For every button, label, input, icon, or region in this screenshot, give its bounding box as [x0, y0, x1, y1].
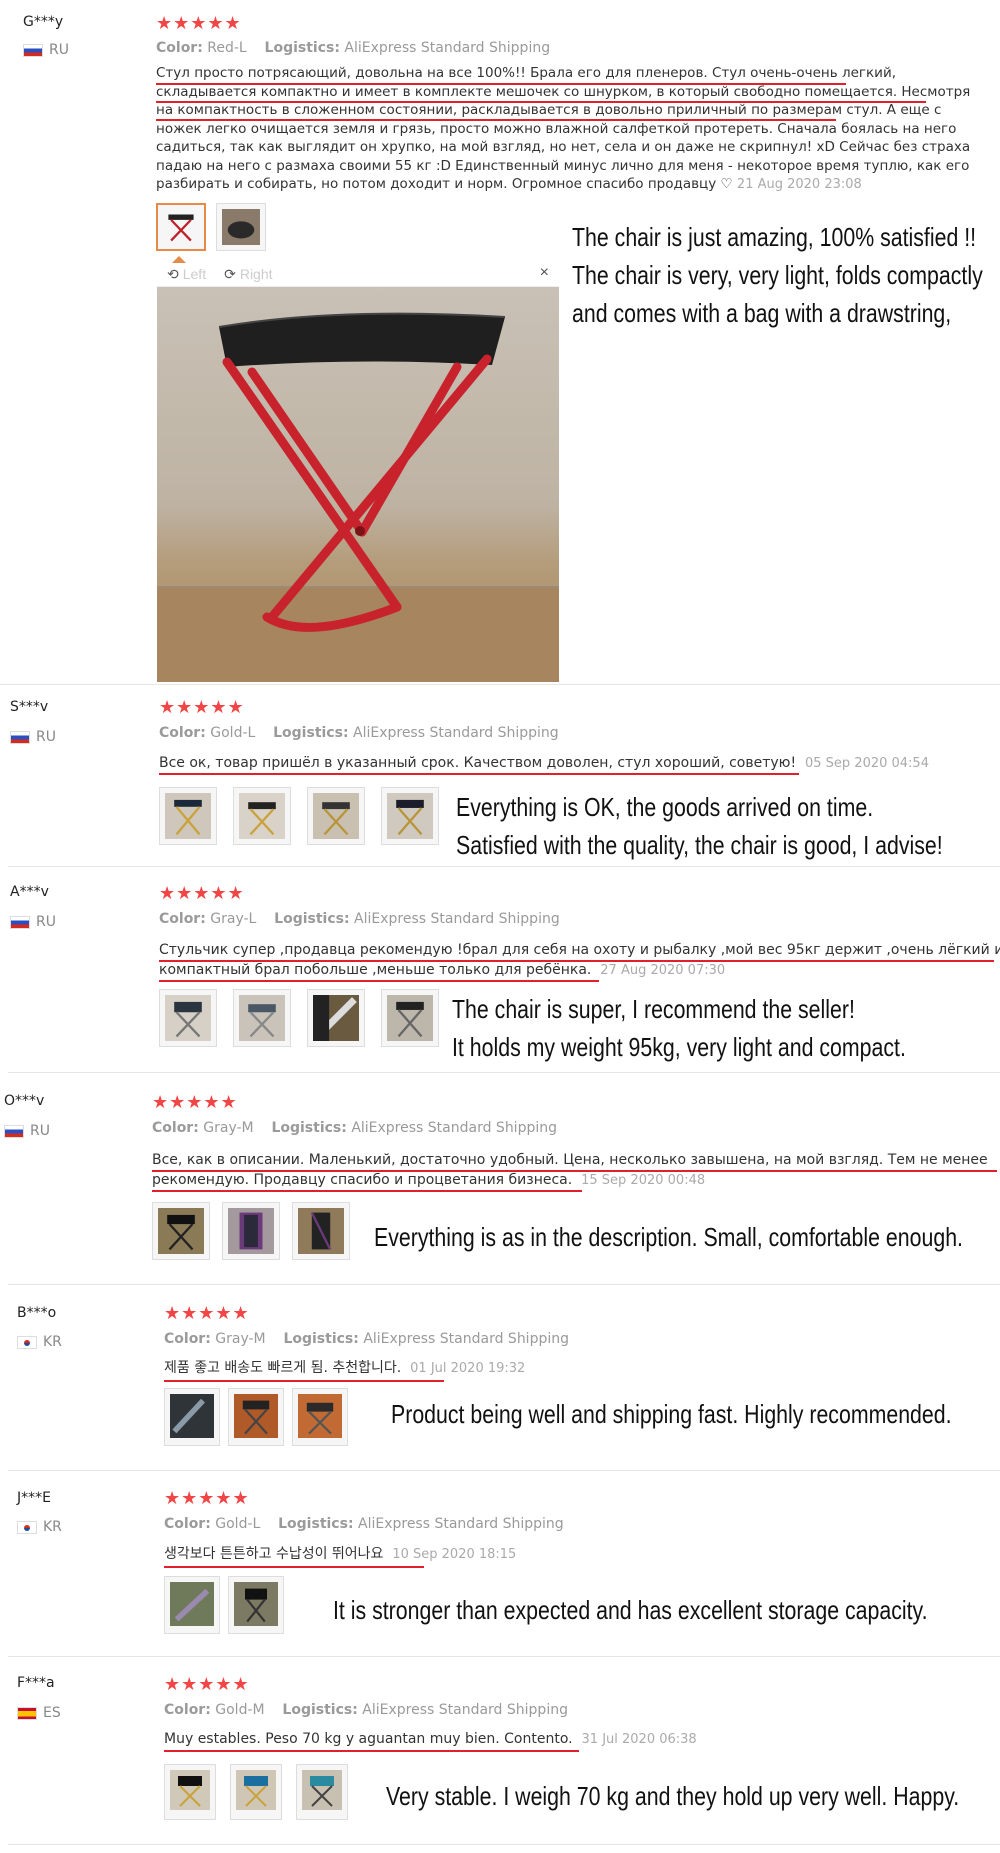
reviewer-country: RU	[4, 1123, 50, 1139]
photo-thumbnail[interactable]	[292, 1202, 350, 1260]
divider	[8, 866, 1000, 867]
rotate-right-button[interactable]: ⟳ Right	[224, 266, 272, 283]
star-rating: ★★★★★	[156, 13, 242, 33]
photo-thumbnail[interactable]	[222, 1202, 280, 1260]
review-photos	[159, 787, 439, 845]
review-text: 생각보다 튼튼하고 수납성이 뛰어나요 10 Sep 2020 18:15	[164, 1546, 517, 1562]
photo-thumbnail[interactable]	[159, 989, 217, 1047]
review-date: 01 Jul 2020 19:32	[410, 1361, 526, 1376]
reviewer-country: ES	[17, 1705, 61, 1721]
translation-caption: It is stronger than expected and has exc…	[333, 1595, 928, 1625]
photo-thumbnail[interactable]	[152, 1202, 210, 1260]
review-photos	[152, 1202, 350, 1260]
order-info: Color: Gray-L Logistics: AliExpress Stan…	[159, 911, 560, 927]
photo-thumbnail[interactable]	[307, 989, 365, 1047]
translation-caption: Everything is OK, the goods arrived on t…	[456, 792, 943, 860]
rotate-left-button[interactable]: ⟲ Left	[167, 266, 206, 283]
star-rating: ★★★★★	[159, 697, 245, 717]
reviewer-name: A***v	[10, 884, 49, 900]
flag-icon	[4, 1124, 24, 1138]
reviewer-country: RU	[10, 914, 56, 930]
divider	[8, 1844, 1000, 1845]
photo-thumbnail[interactable]	[230, 1764, 282, 1820]
review-date: 31 Jul 2020 06:38	[581, 1732, 697, 1747]
translation-caption: Very stable. I weigh 70 kg and they hold…	[386, 1781, 960, 1811]
rotate-left-icon: ⟲	[167, 265, 179, 282]
rotate-right-icon: ⟳	[224, 265, 236, 282]
review-date: 21 Aug 2020 23:08	[736, 177, 862, 192]
order-info: Color: Gold-M Logistics: AliExpress Stan…	[164, 1702, 568, 1718]
translation-caption: The chair is just amazing, 100% satisfie…	[572, 222, 983, 328]
divider	[8, 1470, 1000, 1471]
reviewer-name: J***E	[17, 1490, 51, 1506]
flag-icon	[23, 43, 43, 57]
photo-thumbnail[interactable]	[381, 787, 439, 845]
photo-thumbnail[interactable]	[292, 1388, 348, 1446]
flag-icon	[10, 915, 30, 929]
photo-thumbnail[interactable]	[233, 787, 291, 845]
reviewer-name: B***o	[17, 1305, 57, 1321]
photo-thumbnail[interactable]	[228, 1388, 284, 1446]
divider	[0, 684, 1000, 685]
translation-caption: Everything is as in the description. Sma…	[374, 1222, 963, 1252]
flag-icon	[17, 1335, 37, 1349]
reviewer-name: S***v	[10, 699, 49, 715]
reviewer-country: KR	[17, 1334, 62, 1350]
photo-thumbnail[interactable]	[296, 1764, 348, 1820]
photo-thumbnail[interactable]	[381, 989, 439, 1047]
review-date: 15 Sep 2020 00:48	[581, 1173, 706, 1188]
review-photos	[156, 203, 266, 251]
photo-thumbnail[interactable]	[228, 1576, 284, 1634]
star-rating: ★★★★★	[164, 1674, 250, 1694]
order-info: Color: Gold-L Logistics: AliExpress Stan…	[164, 1516, 564, 1532]
translation-caption: The chair is super, I recommend the sell…	[452, 994, 906, 1062]
star-rating: ★★★★★	[164, 1488, 250, 1508]
flag-icon	[10, 730, 30, 744]
reviewer-country: RU	[10, 729, 56, 745]
review-photos	[164, 1576, 284, 1634]
star-rating: ★★★★★	[164, 1303, 250, 1323]
reviewer-name: G***y	[23, 14, 64, 30]
close-icon[interactable]: ×	[540, 264, 549, 282]
divider	[8, 1656, 1000, 1657]
review-photos	[164, 1388, 348, 1446]
review-photo-large	[157, 287, 559, 682]
photo-thumbnail[interactable]	[233, 989, 291, 1047]
review-photos	[159, 989, 439, 1047]
reviewer-country: KR	[17, 1519, 62, 1535]
star-rating: ★★★★★	[152, 1092, 238, 1112]
reviewer-name: F***a	[17, 1675, 55, 1691]
reviewer-country: RU	[23, 42, 69, 58]
review-date: 10 Sep 2020 18:15	[392, 1547, 517, 1562]
divider	[8, 1072, 1000, 1073]
review-photos	[164, 1764, 348, 1820]
flag-icon	[17, 1520, 37, 1534]
order-info: Color: Gray-M Logistics: AliExpress Stan…	[152, 1120, 557, 1136]
photo-thumbnail[interactable]	[307, 787, 365, 845]
photo-viewer-toolbar: ⟲ Left ⟳ Right ×	[157, 262, 559, 287]
divider	[8, 1284, 1000, 1285]
photo-thumbnail[interactable]	[164, 1388, 220, 1446]
photo-thumbnail[interactable]	[216, 203, 266, 251]
review-text: Все ок, товар пришёл в указанный срок. К…	[159, 755, 929, 771]
reviewer-name: O***v	[4, 1093, 45, 1109]
review-date: 05 Sep 2020 04:54	[804, 756, 929, 771]
photo-thumbnail[interactable]	[156, 203, 206, 251]
order-info: Color: Red-L Logistics: AliExpress Stand…	[156, 40, 551, 56]
review-text: Muy estables. Peso 70 kg y aguantan muy …	[164, 1731, 697, 1747]
star-rating: ★★★★★	[159, 883, 245, 903]
translation-caption: Product being well and shipping fast. Hi…	[391, 1399, 952, 1429]
order-info: Color: Gold-L Logistics: AliExpress Stan…	[159, 725, 559, 741]
review-date: 27 Aug 2020 07:30	[600, 963, 726, 978]
order-info: Color: Gray-M Logistics: AliExpress Stan…	[164, 1331, 569, 1347]
flag-icon	[17, 1706, 37, 1720]
photo-thumbnail[interactable]	[164, 1764, 216, 1820]
photo-thumbnail[interactable]	[159, 787, 217, 845]
photo-thumbnail[interactable]	[164, 1576, 220, 1634]
review-text: 제품 좋고 배송도 빠르게 됨. 추천합니다. 01 Jul 2020 19:3…	[164, 1360, 526, 1376]
